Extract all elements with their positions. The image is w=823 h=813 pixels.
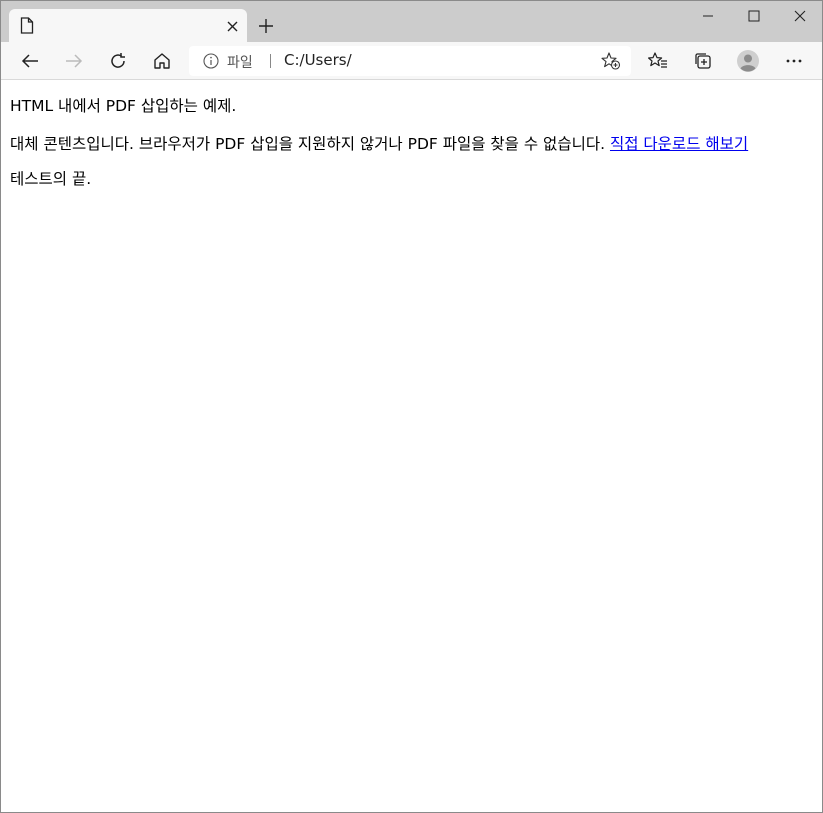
tab-active[interactable] — [9, 9, 247, 42]
favorites-icon[interactable] — [643, 47, 673, 75]
page-content: HTML 내에서 PDF 삽입하는 예제. 대체 콘텐츠입니다. 브라우저가 P… — [1, 81, 822, 812]
address-separator — [270, 54, 271, 68]
profile-avatar-icon[interactable] — [733, 47, 763, 75]
browser-toolbar: 파일 C:/Users/ — [1, 42, 822, 80]
back-arrow-icon[interactable] — [15, 47, 45, 75]
add-favorite-star-icon[interactable] — [601, 52, 621, 70]
address-bar[interactable]: 파일 C:/Users/ — [189, 46, 631, 76]
collections-icon[interactable] — [688, 47, 718, 75]
browser-window: 파일 C:/Users/ HTML 내에서 PDF 삽입하는 예제. 대체 콘텐… — [0, 0, 823, 813]
document-icon — [20, 17, 34, 34]
address-scheme-label: 파일 — [227, 55, 253, 71]
title-bar — [1, 1, 822, 42]
download-link[interactable]: 직접 다운로드 해보기 — [610, 135, 748, 153]
forward-arrow-icon[interactable] — [59, 47, 89, 75]
new-tab-plus-icon[interactable] — [255, 15, 277, 37]
minimize-icon[interactable] — [685, 1, 731, 31]
fallback-text: 대체 콘텐츠입니다. 브라우저가 PDF 삽입을 지원하지 않거나 PDF 파일… — [10, 135, 610, 153]
info-icon[interactable] — [203, 53, 219, 69]
more-options-icon[interactable] — [779, 47, 809, 75]
fallback-paragraph: 대체 콘텐츠입니다. 브라우저가 PDF 삽입을 지원하지 않거나 PDF 파일… — [10, 135, 813, 154]
tab-close-icon[interactable] — [223, 17, 241, 35]
home-icon[interactable] — [147, 47, 177, 75]
close-icon[interactable] — [777, 1, 822, 31]
address-url[interactable]: C:/Users/ — [284, 51, 352, 69]
maximize-icon[interactable] — [731, 1, 777, 31]
refresh-icon[interactable] — [103, 47, 133, 75]
intro-paragraph: HTML 내에서 PDF 삽입하는 예제. — [10, 97, 237, 115]
end-paragraph: 테스트의 끝. — [10, 170, 92, 188]
